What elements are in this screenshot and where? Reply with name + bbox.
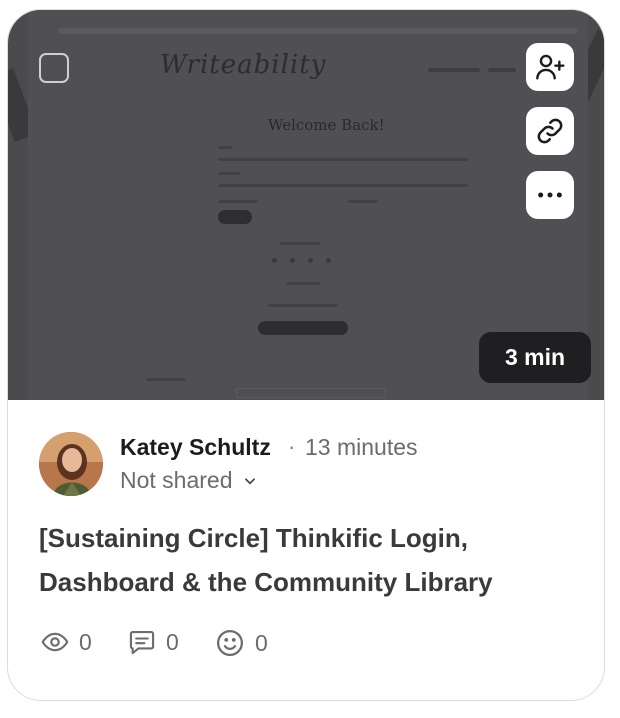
preview-heading: Welcome Back! (268, 116, 385, 134)
add-user-icon (536, 54, 565, 80)
sharing-status: Not shared (120, 467, 233, 493)
preview-social-icon (308, 258, 313, 263)
preview-social-icon (290, 258, 295, 263)
preview-label (286, 282, 320, 285)
comments-stat[interactable]: 0 (128, 628, 179, 656)
preview-label (218, 172, 240, 175)
select-checkbox[interactable] (39, 53, 69, 83)
preview-label (218, 146, 232, 149)
preview-label (268, 304, 338, 307)
avatar-image (39, 432, 103, 496)
preview-social-icon (272, 258, 277, 263)
views-stat: 0 (41, 628, 92, 656)
reactions-stat[interactable]: 0 (215, 628, 268, 658)
preview-nav-link (488, 68, 516, 72)
preview-logo: Writeability (160, 50, 327, 80)
preview-field (218, 184, 468, 187)
eye-icon (41, 632, 69, 652)
preview-footer (146, 378, 186, 381)
comments-count: 0 (166, 628, 179, 655)
views-count: 0 (79, 628, 92, 655)
comment-icon (129, 631, 155, 655)
video-title[interactable]: [Sustaining Circle] Thinkific Login, Das… (39, 516, 579, 604)
recorded-time: 13 minutes (305, 434, 418, 460)
author-name[interactable]: Katey Schultz (120, 434, 271, 461)
chevron-down-icon (244, 477, 255, 484)
preview-field (218, 158, 468, 161)
preview-nav-link (428, 68, 480, 72)
copy-link-button[interactable] (526, 107, 574, 155)
preview-signin-button (218, 210, 252, 224)
add-user-button[interactable] (526, 43, 574, 91)
preview-social-icon (326, 258, 331, 263)
preview-footer-bar (236, 388, 386, 398)
meta-separator: · (288, 434, 296, 459)
preview-browser-bar (58, 28, 578, 34)
author-avatar[interactable] (39, 432, 103, 496)
reactions-count: 0 (255, 629, 268, 656)
preview-signup-button (258, 321, 348, 335)
link-icon (537, 118, 563, 144)
preview-label (348, 200, 378, 203)
preview-label (280, 242, 320, 245)
duration-badge: 3 min (479, 332, 591, 383)
smiley-icon (217, 630, 243, 656)
more-icon (538, 192, 562, 198)
sharing-dropdown[interactable]: Not shared (120, 467, 257, 494)
video-card[interactable]: Writeability Welcome Back! 3 min Katey S… (7, 9, 605, 701)
video-thumbnail[interactable]: Writeability Welcome Back! 3 min (8, 10, 604, 400)
more-options-button[interactable] (526, 171, 574, 219)
preview-label (218, 200, 258, 203)
